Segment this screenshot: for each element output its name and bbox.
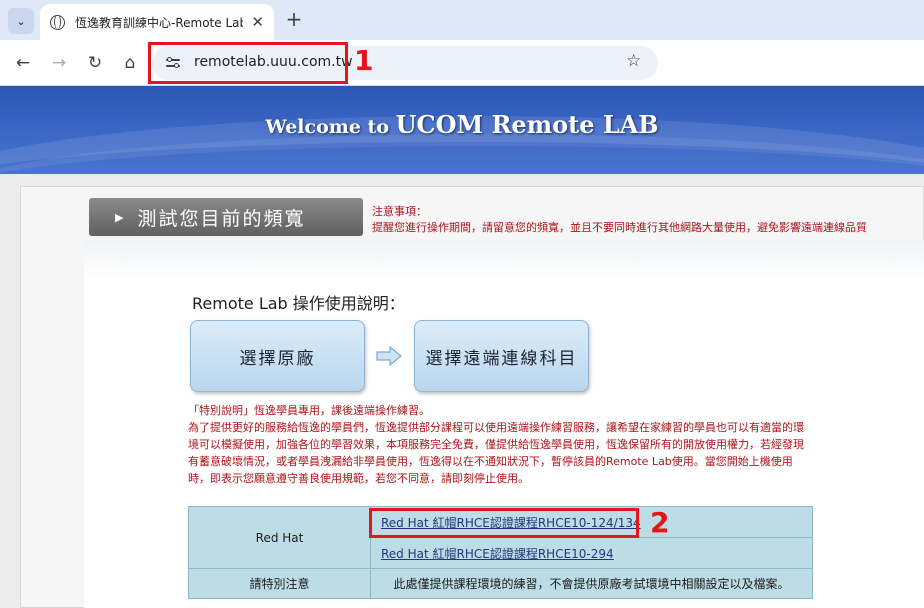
close-icon[interactable]: ✕ [251,13,264,31]
globe-icon [50,14,65,30]
table-row: 請特別注意 此處僅提供課程環境的練習，不會提供原廠考試環境中相關設定以及檔案。 [188,568,813,599]
browser-tab[interactable]: 恆逸教育訓練中心-Remote Lab ✕ [40,4,274,40]
annotation-box-2 [369,508,639,538]
speed-test-button[interactable]: ▶ 測試您目前的頻寬 [89,198,363,236]
reload-button[interactable]: ↻ [82,50,108,76]
tab-bar: ⌄ 恆逸教育訓練中心-Remote Lab ✕ + [0,0,924,40]
select-vendor-label: 選擇原廠 [239,348,316,369]
annotation-box-1 [148,42,348,84]
course-cell: Red Hat 紅帽RHCE認證課程RHCE10-294 [370,537,813,569]
speed-test-label: 測試您目前的頻寬 [137,207,306,230]
tab-title: 恆逸教育訓練中心-Remote Lab [75,15,244,30]
special-notice-heading: 「特別說明」恆逸學員專用，課後遠端操作練習。 [188,404,430,417]
chevron-down-icon: ⌄ [16,14,26,28]
new-tab-button[interactable]: + [283,8,305,30]
select-vendor-button[interactable]: 選擇原廠 [190,320,365,392]
notice-title: 注意事項： [372,205,427,218]
browser-toolbar: ← → ↻ ⌂ remotelab.uuu.com.tw ☆ [0,40,924,86]
notice-body: 提醒您進行操作期間，請留意您的頻寬，並且不要同時進行其他網路大量使用，避免影響遠… [372,221,867,234]
back-button[interactable]: ← [10,50,36,76]
home-button[interactable]: ⌂ [117,50,143,76]
course-link-rhce-294[interactable]: Red Hat 紅帽RHCE認證課程RHCE10-294 [381,547,614,561]
note-text-cell: 此處僅提供課程環境的練習，不會提供原廠考試環境中相關設定以及檔案。 [370,568,813,599]
select-remote-course-label: 選擇遠端連線科目 [425,348,578,369]
tab-search-button[interactable]: ⌄ [8,8,34,34]
vendor-cell: Red Hat [188,506,371,569]
bookmark-star-icon[interactable]: ☆ [626,51,641,71]
banner-welcome: Welcome to [265,116,396,138]
guide-title: Remote Lab 操作使用說明： [192,294,405,313]
banner-title: Welcome to UCOM Remote LAB [0,110,924,139]
annotation-number-2: 2 [650,506,670,539]
note-label-cell: 請特別注意 [188,568,371,599]
play-icon: ▶ [115,210,126,224]
arrow-right-icon [376,346,402,366]
special-notice: 「特別說明」恆逸學員專用，課後遠端操作練習。 為了提供更好的服務給恆逸的學員們，… [188,402,812,487]
forward-button[interactable]: → [46,50,72,76]
site-banner: Welcome to UCOM Remote LAB [0,86,924,174]
annotation-number-1: 1 [354,44,374,77]
banner-brand: UCOM Remote LAB [395,110,659,139]
special-notice-body: 為了提供更好的服務給恆逸的學員們，恆逸提供部分課程可以使用遠端操作練習服務，讓希… [188,421,804,485]
select-remote-course-button[interactable]: 選擇遠端連線科目 [414,320,589,392]
